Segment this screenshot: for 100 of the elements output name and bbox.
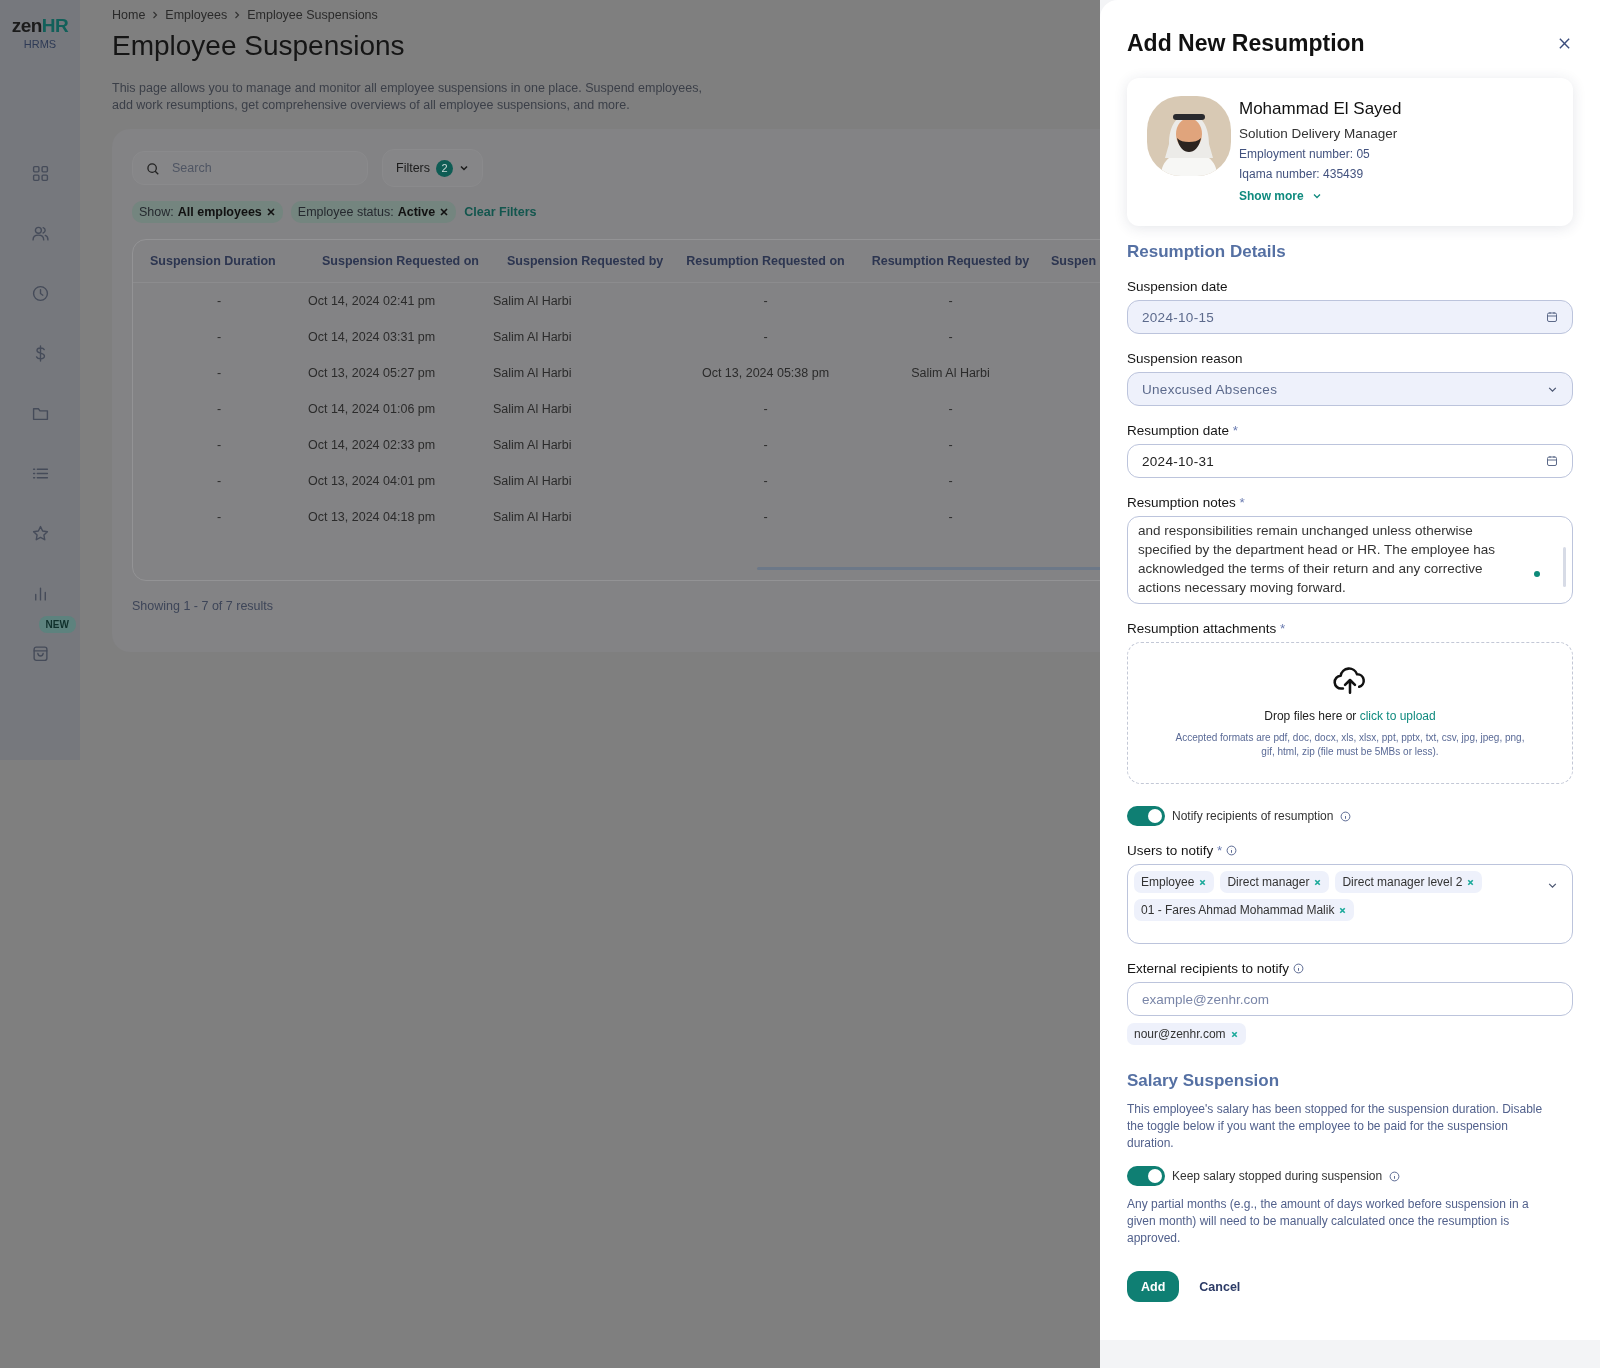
table-cell-text: Oct 14, 2024 03:31 pm (307, 329, 437, 346)
table-cell-text: - (947, 329, 954, 346)
employee-role: Solution Delivery Manager (1239, 126, 1399, 141)
iqama-number: Iqama number: 435439 (1239, 167, 1365, 181)
close-icon[interactable] (1558, 37, 1571, 50)
toggle-label: Keep salary stopped during suspension (1172, 1169, 1383, 1183)
table-cell-text: - (762, 473, 769, 490)
users-icon[interactable] (31, 225, 49, 242)
table-cell-text: - (215, 437, 223, 454)
scrollbar-thumb[interactable] (1563, 547, 1566, 587)
field-label: Resumption attachments * (1127, 621, 1287, 636)
table-cell-text: Salim Al Harbi (492, 365, 573, 382)
employee-name: Mohammad El Sayed (1239, 99, 1402, 119)
table-cell-text: - (762, 437, 769, 454)
table-cell-text: Salim Al Harbi (492, 437, 573, 454)
shopping-bag-icon[interactable] (31, 645, 49, 662)
column-header: Resumption Requested on (673, 240, 858, 283)
results-count: Showing 1 - 7 of 7 results (132, 599, 275, 613)
filter-value: Active (397, 205, 436, 219)
email-tag: nour@zenhr.com (1127, 1023, 1246, 1045)
table-cell-text: - (762, 401, 769, 418)
toggle-switch[interactable] (1127, 806, 1165, 826)
email-field[interactable]: example@zenhr.com (1127, 982, 1573, 1016)
table-cell-text: - (762, 509, 769, 526)
table-cell-text: - (947, 401, 954, 418)
cancel-button[interactable]: Cancel (1193, 1278, 1247, 1295)
salary-description: This employee's salary has been stopped for the suspension duration. Disable the toggle below if you want the employee to be paid for the suspension duration. (1127, 1101, 1544, 1152)
table-cell-text: Salim Al Harbi (910, 365, 991, 382)
table-cell-text: - (215, 401, 223, 418)
user-tag: Direct manager (1220, 871, 1330, 893)
table-cell-text: - (947, 509, 954, 526)
user-tag: Employee (1134, 871, 1215, 893)
filters-button[interactable]: Filters 2 (382, 149, 484, 187)
show-more-link[interactable]: Show more (1239, 189, 1402, 203)
breadcrumb-link[interactable]: Employee Suspensions (247, 8, 378, 22)
remove-icon[interactable] (1229, 1029, 1239, 1039)
filter-label: Employee status: (297, 205, 394, 219)
filter-count: 2 (436, 159, 454, 177)
table-cell-text: Salim Al Harbi (492, 473, 573, 490)
panel-title: Add New Resumption (1127, 30, 1365, 57)
remove-icon[interactable] (1466, 877, 1476, 887)
table-cell-text: Oct 13, 2024 05:38 pm (700, 365, 831, 382)
calendar-icon (1546, 455, 1558, 467)
accepted-formats: Accepted formats are pdf, doc, docx, xls, xlsx, ppt, pptx, txt, csv, jpg, jpeg, png, gif, html, zip (file must be 5MBs or less). (1174, 731, 1526, 759)
column-header: Suspension Duration (133, 240, 305, 283)
search-icon (146, 162, 160, 176)
table-cell: Salim Al Harbi (490, 282, 673, 319)
filter-chip[interactable]: Employee status: Active (290, 201, 457, 223)
filter-label: Show: (139, 205, 174, 219)
table-cell-text: Oct 13, 2024 04:01 pm (307, 473, 437, 490)
star-icon[interactable] (31, 525, 49, 542)
table-cell-text: - (762, 329, 769, 346)
column-header: Suspension Requested on (305, 240, 490, 283)
toggle-switch[interactable] (1127, 1166, 1165, 1186)
chevron-right-icon (151, 11, 160, 19)
table-cell-text: Oct 14, 2024 01:06 pm (307, 401, 437, 418)
user-tag: Direct manager level 2 (1335, 871, 1483, 893)
logo: zenHR (11, 16, 69, 36)
info-icon (1340, 810, 1352, 822)
field-label: Suspension reason (1127, 351, 1244, 366)
breadcrumb-link[interactable]: Employees (165, 8, 228, 22)
close-icon[interactable] (265, 207, 276, 217)
table-cell-text: - (215, 329, 223, 346)
date-field[interactable]: 2024-10-31 (1127, 444, 1573, 478)
table-cell: - (133, 282, 305, 319)
clock-icon[interactable] (31, 285, 49, 302)
remove-icon[interactable] (1338, 905, 1348, 915)
info-icon (1293, 963, 1305, 974)
dashboard-icon[interactable] (31, 165, 49, 182)
upload-link[interactable]: click to upload (1359, 709, 1436, 723)
table-cell-text: Oct 13, 2024 05:27 pm (307, 365, 437, 382)
upload-dropzone[interactable]: Drop files here or click to upload Accepted formats are pdf, doc, docx, xls, xlsx, ppt, pptx, txt, csv, jpg, jpeg, png, gif, html, zip (file must be 5MBs or less). (1127, 642, 1573, 784)
table-cell-text: Oct 13, 2024 04:18 pm (307, 509, 437, 526)
table-cell: Oct 14, 2024 02:41 pm (305, 282, 490, 319)
table-cell: - (673, 282, 858, 319)
notes-field[interactable]: and responsibilities remain unchanged unless otherwise specified by the department head or HR. The employee has acknowledged the terms of their return and any corrective actions necessary moving forward. (1127, 516, 1573, 604)
field-label: Users to notify * (1127, 843, 1223, 858)
table-cell: - (858, 282, 1043, 319)
remove-icon[interactable] (1313, 877, 1323, 887)
info-icon (1226, 845, 1238, 856)
table-cell-text: - (215, 509, 223, 526)
remove-icon[interactable] (1198, 877, 1208, 887)
chevron-down-icon (1311, 191, 1322, 201)
table-cell-text: Salim Al Harbi (492, 401, 573, 418)
section-heading: Salary Suspension (1127, 1071, 1281, 1091)
add-button[interactable]: Add (1127, 1271, 1180, 1302)
close-icon[interactable] (439, 207, 450, 217)
breadcrumb-link[interactable]: Home (112, 8, 146, 22)
folder-icon[interactable] (31, 405, 49, 422)
status-dot (1534, 571, 1540, 577)
product-name: HRMS (23, 38, 57, 50)
page-title: Employee Suspensions (112, 30, 406, 62)
filter-chip[interactable]: Show: All employees (132, 201, 283, 223)
users-select[interactable]: Employee Direct manager Direct manager level 2 01 - Fares Ahmad Mohammad Malik (1127, 864, 1573, 944)
field-label: Resumption notes * (1127, 495, 1246, 510)
table-cell-text: - (947, 473, 954, 490)
table-cell-text: - (947, 437, 954, 454)
table-cell-text: Salim Al Harbi (492, 329, 573, 346)
field-label: Suspension date (1127, 279, 1229, 294)
drop-instructions: Drop files here or click to upload (1264, 709, 1436, 723)
